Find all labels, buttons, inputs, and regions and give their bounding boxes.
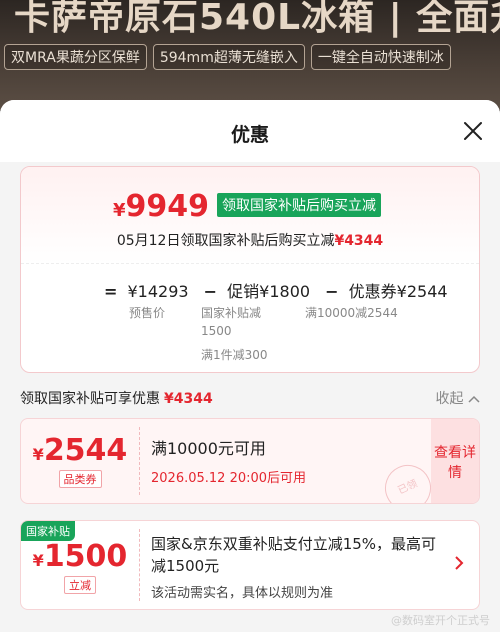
final-price-value: 9949 xyxy=(125,189,210,224)
subsidy-tag: 领取国家补贴后购买立减 xyxy=(217,193,381,217)
promo-note-line: 国家补贴减 xyxy=(201,306,262,320)
currency-symbol: ¥ xyxy=(113,200,126,221)
collapse-label: 收起 xyxy=(435,391,464,407)
subsidy-coupon-card[interactable]: 国家补贴 ¥1500 立减 国家&京东双重补贴支付立减15%，最高可减1500元… xyxy=(20,520,480,610)
subsidy-section-header: 领取国家补贴可享优惠 ¥4344 收起 xyxy=(20,388,480,408)
coupon-time: 2026.05.12 20:00后可用 xyxy=(151,471,307,486)
close-icon[interactable] xyxy=(462,120,484,142)
coupon-amount: ¥2544 xyxy=(21,433,139,468)
coupon-amount: ¥1500 xyxy=(21,539,139,574)
promo-note-line: 满1件减300 xyxy=(201,348,268,362)
view-details-button[interactable]: 查看详情 xyxy=(431,419,479,503)
section-amount: ¥4344 xyxy=(164,391,213,407)
price-breakdown: = ¥14293 − 促销¥1800 − 优惠券¥2544 预售价 国家补贴减 … xyxy=(21,264,479,372)
coupon-card[interactable]: ¥2544 品类券 满10000元可用 2026.05.12 20:00后可用 … xyxy=(20,418,480,504)
promo-note-line: 1500 xyxy=(201,324,232,338)
original-price-label: 预售价 xyxy=(129,306,166,320)
banner-tag: 双MRA果蔬分区保鲜 xyxy=(4,44,147,70)
banner-tags: 双MRA果蔬分区保鲜 594mm超薄无缝嵌入 一键全自动快速制冰 xyxy=(4,44,451,70)
subsidy-amount: ¥4344 xyxy=(334,233,384,249)
coupon-condition: 满10000元可用 xyxy=(151,439,266,458)
coupon-value: ¥2544 品类券 xyxy=(21,419,139,503)
currency-symbol: ¥ xyxy=(32,445,44,464)
equals-sign: = xyxy=(104,282,118,301)
price-card: ¥9949 领取国家补贴后购买立减 05月12日领取国家补贴后购买立减¥4344… xyxy=(20,166,480,373)
collapse-button[interactable]: 收起 xyxy=(436,388,480,408)
coupon-note: 该活动需实名，具体以规则为准 xyxy=(151,586,334,601)
subsidy-text: 05月12日领取国家补贴后购买立减 xyxy=(116,233,335,249)
discount-sheet: 优惠 ¥9949 领取国家补贴后购买立减 05月12日领取国家补贴后购买立减¥4… xyxy=(0,100,500,632)
coupon-amount-value: 1500 xyxy=(43,539,128,574)
minus-sign: − xyxy=(203,282,218,301)
coupon-details: 国家&京东双重补贴支付立减15%，最高可减1500元 该活动需实名，具体以规则为… xyxy=(151,533,443,605)
subsidy-line: 05月12日领取国家补贴后购买立减¥4344 xyxy=(21,230,479,250)
coupon-description: 国家&京东双重补贴支付立减15%，最高可减1500元 xyxy=(151,535,437,575)
coupon-note: 满10000减2544 xyxy=(305,306,398,320)
price-card-top: ¥9949 领取国家补贴后购买立减 05月12日领取国家补贴后购买立减¥4344 xyxy=(21,167,479,263)
breakdown-row: = ¥14293 − 促销¥1800 − 优惠券¥2544 xyxy=(99,278,453,302)
coupon-amount-value: 2544 xyxy=(43,433,128,468)
promo-note: 国家补贴减 1500 满1件减300 xyxy=(201,304,268,364)
coupon-type-badge: 立减 xyxy=(64,576,96,594)
original-price: ¥14293 xyxy=(127,282,189,301)
coupon-separator xyxy=(139,427,140,495)
banner-tag: 一键全自动快速制冰 xyxy=(310,44,451,70)
section-label: 领取国家补贴可享优惠 xyxy=(20,391,160,407)
coupon-separator xyxy=(139,529,140,601)
coupon-amount: 优惠券¥2544 xyxy=(348,282,448,301)
coupon-type-badge: 品类券 xyxy=(58,470,102,488)
coupon-value: ¥1500 立减 xyxy=(21,521,139,609)
coupon-details: 满10000元可用 2026.05.12 20:00后可用 xyxy=(151,435,419,486)
banner-tag: 594mm超薄无缝嵌入 xyxy=(152,44,305,70)
minus-sign: − xyxy=(325,282,339,301)
watermark: @数码室开个正式号 xyxy=(391,614,490,627)
currency-symbol: ¥ xyxy=(32,551,44,570)
sheet-header: 优惠 xyxy=(0,100,500,162)
promo-amount: 促销¥1800 xyxy=(227,282,311,301)
banner-title: 卡萨帝原石540L冰箱 | 全面升级 xyxy=(14,0,500,38)
sheet-title: 优惠 xyxy=(230,124,269,146)
chevron-right-icon[interactable] xyxy=(453,555,465,571)
product-banner: 卡萨帝原石540L冰箱 | 全面升级 双MRA果蔬分区保鲜 594mm超薄无缝嵌… xyxy=(0,0,500,110)
final-price: ¥9949 xyxy=(113,189,209,224)
chevron-up-icon xyxy=(468,395,480,403)
